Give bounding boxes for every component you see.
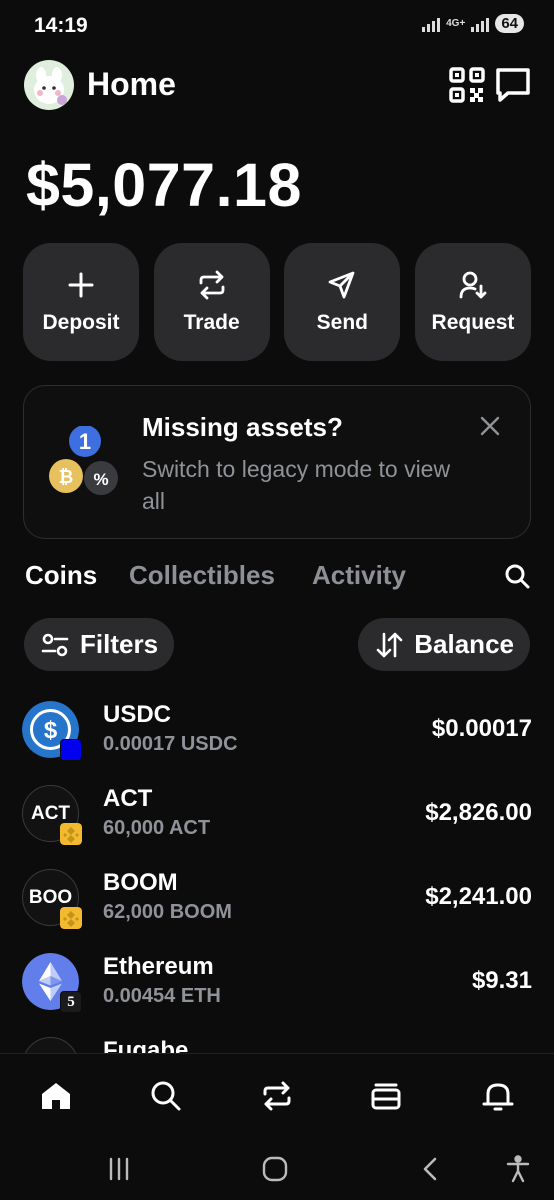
art-percent: % [93, 470, 108, 489]
usdc-symbol: $ [44, 717, 58, 744]
assets-illustration-icon: 1 ₿ % [49, 426, 118, 495]
page-title: Home [87, 66, 176, 102]
request-button[interactable]: Request [414, 243, 531, 361]
collectibles-nav-icon[interactable] [368, 1078, 404, 1114]
swap-icon [199, 270, 225, 300]
plus-icon [68, 272, 94, 298]
coin-value: $0.00017 [431, 715, 532, 742]
chain-badge-icon [60, 739, 82, 761]
coin-name: ACT [103, 785, 153, 812]
coin-amount: 62,000 BOOM [103, 901, 232, 923]
coin-amount: 60,000 ACT [103, 817, 211, 839]
banner-title: Missing assets? [142, 412, 343, 442]
bnb-chain-badge-icon [60, 907, 82, 929]
coin-amount: 0.00017 USDC [103, 733, 238, 755]
swap-nav-icon[interactable] [259, 1078, 295, 1114]
search-icon[interactable] [503, 562, 531, 590]
system-navigation [0, 1138, 554, 1200]
search-nav-icon[interactable] [148, 1078, 184, 1114]
coin-name: USDC [103, 701, 172, 728]
status-bar: 14:19 4G+ 64 [0, 0, 554, 50]
notifications-bell-icon[interactable] [480, 1078, 516, 1114]
bottom-navigation [0, 1053, 554, 1138]
bnb-chain-badge-icon [60, 823, 82, 845]
recent-apps-icon[interactable] [104, 1154, 134, 1184]
signal-icon [422, 16, 441, 32]
battery-indicator: 64 [495, 14, 524, 33]
signal-icon-2 [471, 16, 490, 32]
request-label: Request [431, 311, 515, 334]
chain-badge-icon: 5 [60, 991, 82, 1013]
tab-coins[interactable]: Coins [25, 560, 97, 591]
total-balance: $5,077.18 [26, 151, 302, 219]
trade-button[interactable]: Trade [153, 243, 270, 361]
avatar[interactable] [24, 60, 74, 110]
filter-icon [41, 633, 69, 656]
art-bitcoin: ₿ [59, 467, 74, 488]
filters-label: Filters [80, 629, 159, 659]
filter-row: Filters Balance [24, 618, 530, 672]
request-icon [459, 271, 487, 299]
tab-activity[interactable]: Activity [312, 560, 406, 591]
tab-collectibles[interactable]: Collectibles [129, 560, 275, 591]
deposit-button[interactable]: Deposit [23, 243, 139, 361]
coin-amount: 0.00454 ETH [103, 985, 221, 1007]
missing-assets-banner[interactable]: 1 ₿ % Missing assets? Switch to legacy m… [23, 385, 531, 539]
coin-name: Ethereum [103, 953, 214, 980]
qr-code-icon[interactable] [448, 66, 486, 104]
coin-name: BOOM [103, 869, 178, 896]
sort-icon [376, 632, 403, 657]
coin-row-ethereum[interactable]: 5 Ethereum 0.00454 ETH $9.31 [0, 947, 554, 1031]
fugabe-icon [22, 1037, 79, 1053]
coin-value: $2,241.00 [425, 883, 532, 910]
message-icon[interactable] [494, 66, 532, 104]
coin-list: $ USDC 0.00017 USDC $0.00017 ACT ACT 60,… [0, 695, 554, 1053]
send-icon [328, 271, 355, 299]
coin-value: $2,826.00 [425, 799, 532, 826]
banner-text: Switch to legacy mode to view all [142, 456, 451, 514]
sort-label: Balance [414, 629, 514, 659]
status-icons: 4G+ 64 [422, 14, 524, 33]
back-icon[interactable] [416, 1154, 446, 1184]
asset-tabs: Coins Collectibles Activity [25, 556, 533, 596]
coin-row-fugabe[interactable]: Fugabe [0, 1031, 554, 1053]
accessibility-icon[interactable] [503, 1154, 533, 1184]
home-icon[interactable] [38, 1078, 74, 1114]
close-icon[interactable] [478, 414, 502, 438]
deposit-label: Deposit [42, 311, 120, 334]
status-time: 14:19 [34, 14, 88, 37]
network-type: 4G+ [446, 17, 466, 29]
coin-name: Fugabe [103, 1037, 189, 1053]
send-button[interactable]: Send [284, 243, 401, 361]
filters-button[interactable]: Filters [24, 618, 175, 671]
send-label: Send [316, 311, 368, 334]
header: Home [24, 58, 532, 112]
trade-label: Trade [183, 311, 240, 334]
home-button-icon[interactable] [260, 1154, 290, 1184]
coin-row-act[interactable]: ACT ACT 60,000 ACT $2,826.00 [0, 779, 554, 863]
coin-row-boom[interactable]: BOO BOOM 62,000 BOOM $2,241.00 [0, 863, 554, 947]
coin-value: $9.31 [471, 967, 532, 994]
sort-balance-button[interactable]: Balance [358, 618, 530, 671]
action-buttons: Deposit Trade Send Request [23, 243, 531, 361]
coin-row-usdc[interactable]: $ USDC 0.00017 USDC $0.00017 [0, 695, 554, 779]
art-one: 1 [79, 429, 91, 454]
